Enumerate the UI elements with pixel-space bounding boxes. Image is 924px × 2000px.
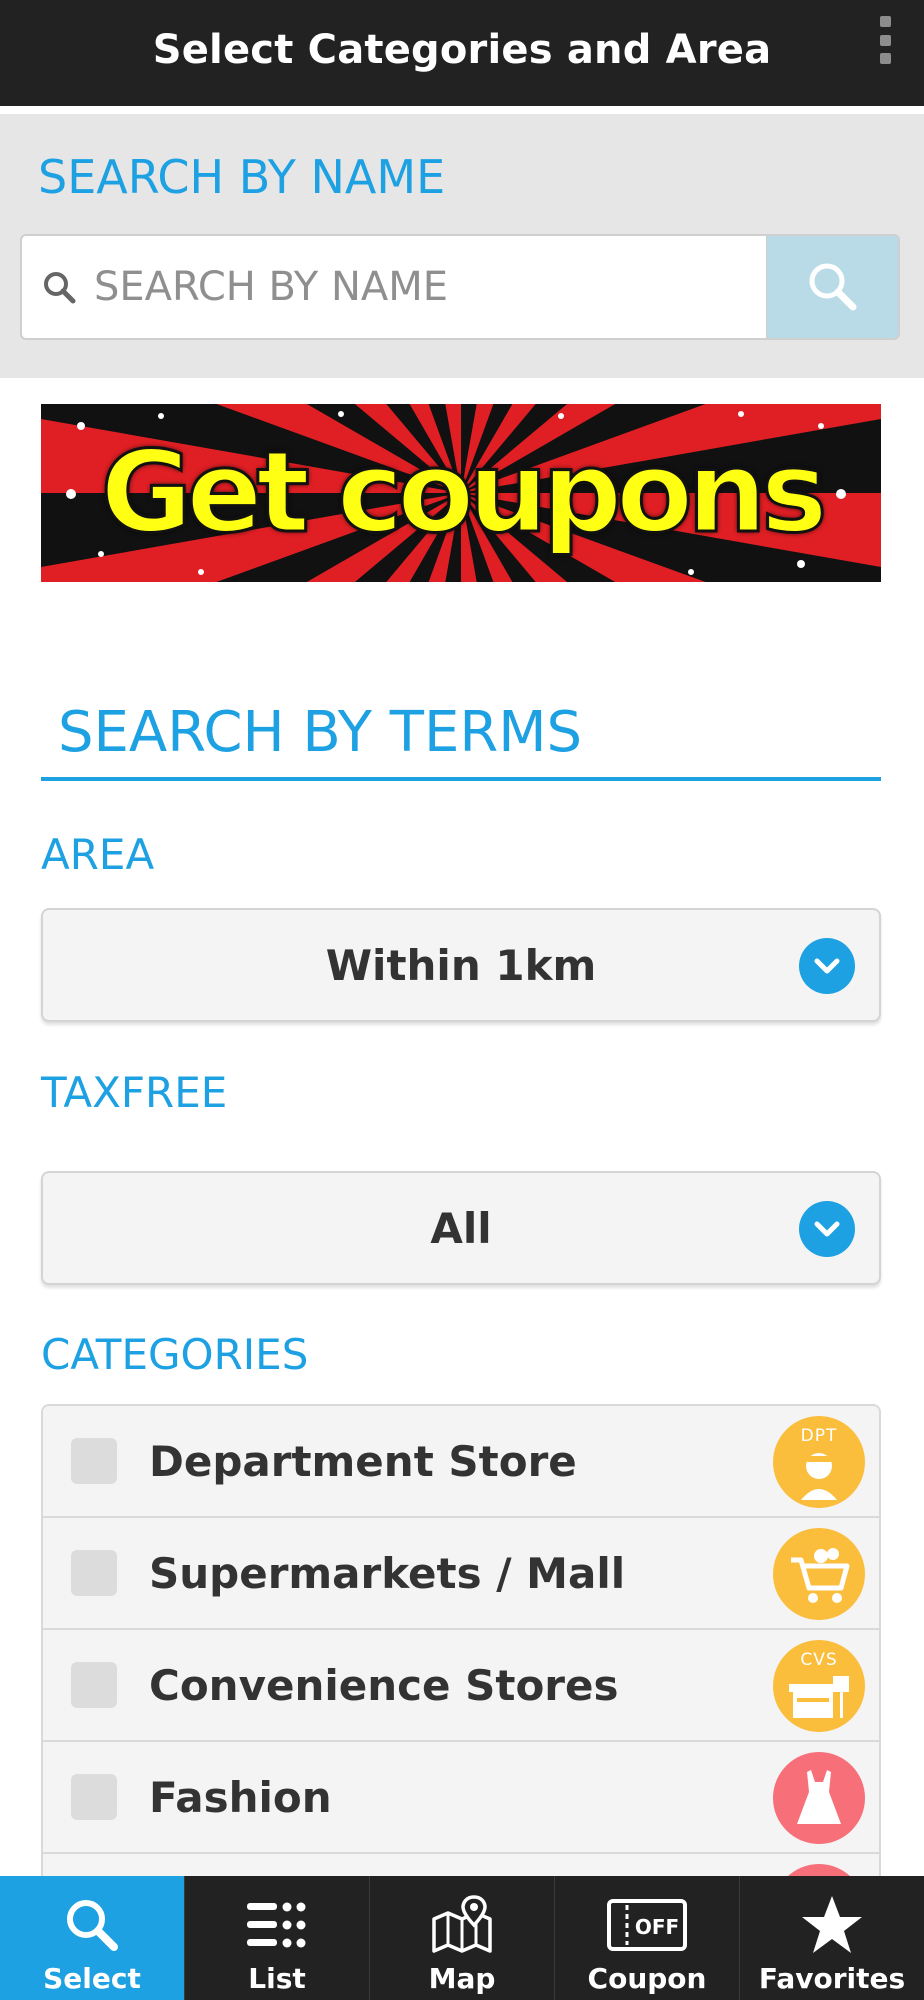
page-title: Select Categories and Area	[152, 27, 772, 73]
search-by-name-panel: SEARCH BY NAME	[0, 114, 924, 378]
dress-icon	[773, 1752, 865, 1844]
chevron-down-icon	[799, 1201, 855, 1257]
convenience-store-icon: CVS	[773, 1640, 865, 1732]
area-label: AREA	[41, 830, 155, 879]
map-icon	[370, 1894, 554, 1956]
search-icon	[44, 272, 76, 304]
department-store-icon: DPT	[773, 1416, 865, 1508]
categories-list: Department Store DPT Supermarkets / Mall	[41, 1404, 881, 1878]
bottom-navigation: Select List Map OFF Coupon Favorites	[0, 1876, 924, 2000]
nav-label: Coupon	[587, 1962, 707, 1995]
category-checkbox[interactable]	[71, 1774, 117, 1820]
search-by-terms-heading: SEARCH BY TERMS	[58, 700, 583, 765]
svg-text:OFF: OFF	[635, 1915, 679, 1939]
category-label: Supermarkets / Mall	[149, 1548, 626, 1598]
nav-map[interactable]: Map	[370, 1876, 555, 2000]
nav-select[interactable]: Select	[0, 1876, 185, 2000]
chevron-down-icon	[799, 938, 855, 994]
heading-divider	[41, 777, 881, 781]
search-input[interactable]	[94, 236, 774, 338]
list-item[interactable]: Department Store DPT	[43, 1406, 879, 1518]
nav-label: List	[248, 1962, 306, 1995]
search-by-name-label: SEARCH BY NAME	[38, 150, 446, 204]
app-screen: Select Categories and Area SEARCH BY NAM…	[0, 0, 924, 2000]
category-checkbox[interactable]	[71, 1662, 117, 1708]
banner-text: Get coupons	[99, 427, 829, 560]
categories-label: CATEGORIES	[41, 1330, 309, 1379]
list-icon	[185, 1894, 369, 1956]
taxfree-label: TAXFREE	[41, 1068, 228, 1117]
category-label: Convenience Stores	[149, 1660, 619, 1710]
list-item[interactable]: Convenience Stores CVS	[43, 1630, 879, 1742]
search-icon	[809, 263, 856, 311]
list-item[interactable]	[43, 1854, 879, 1878]
category-checkbox[interactable]	[71, 1438, 117, 1484]
category-label: Department Store	[149, 1436, 577, 1486]
search-icon	[0, 1894, 184, 1956]
nav-coupon[interactable]: OFF Coupon	[555, 1876, 740, 2000]
list-item[interactable]: Supermarkets / Mall	[43, 1518, 879, 1630]
area-select[interactable]: Within 1km	[41, 908, 881, 1022]
nav-label: Select	[43, 1962, 141, 1995]
taxfree-select[interactable]: All	[41, 1171, 881, 1285]
get-coupons-banner[interactable]: Get coupons	[41, 404, 881, 582]
search-field	[20, 234, 900, 340]
nav-label: Favorites	[758, 1962, 906, 1995]
coupon-icon: OFF	[555, 1894, 739, 1956]
category-label: Fashion	[149, 1772, 332, 1822]
shopping-cart-icon	[773, 1528, 865, 1620]
list-item[interactable]: Fashion	[43, 1742, 879, 1854]
nav-list[interactable]: List	[185, 1876, 370, 2000]
area-selected-value: Within 1km	[325, 940, 597, 990]
more-vertical-icon[interactable]	[872, 16, 898, 64]
taxfree-selected-value: All	[430, 1203, 492, 1253]
category-checkbox[interactable]	[71, 1550, 117, 1596]
nav-favorites[interactable]: Favorites	[740, 1876, 924, 2000]
star-icon	[740, 1894, 924, 1956]
nav-label: Map	[428, 1962, 496, 1995]
top-app-bar: Select Categories and Area	[0, 0, 924, 106]
search-button[interactable]	[766, 236, 898, 338]
